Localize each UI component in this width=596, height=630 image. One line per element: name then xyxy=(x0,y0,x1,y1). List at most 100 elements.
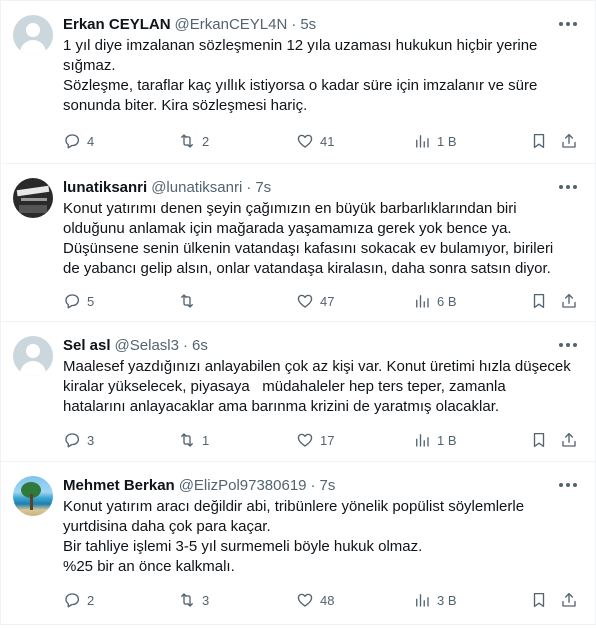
tweet-text-line: Konut yatırım aracı değildir abi, tribün… xyxy=(63,498,525,515)
tweet[interactable]: Erkan CEYLAN @ErkanCEYL4N · 5s 1 yıl diy… xyxy=(1,0,595,164)
avatar[interactable] xyxy=(13,476,53,516)
like-button[interactable]: 17 xyxy=(296,430,334,450)
share-button[interactable] xyxy=(560,590,578,610)
bookmark-button[interactable] xyxy=(530,430,548,450)
share-button[interactable] xyxy=(560,131,578,151)
author-name[interactable]: Erkan CEYLAN xyxy=(63,16,171,33)
timestamp[interactable]: 7s xyxy=(320,477,336,494)
tweet-header: Mehmet Berkan @ElizPol97380619 · 7s xyxy=(63,474,579,496)
author-handle[interactable]: @ElizPol97380619 xyxy=(179,477,307,494)
separator: · xyxy=(310,476,316,494)
bookmark-icon xyxy=(533,592,545,608)
separator: · xyxy=(246,178,252,196)
retweet-button[interactable]: 1 xyxy=(178,430,209,450)
share-button[interactable] xyxy=(560,291,578,311)
views-icon xyxy=(416,295,429,308)
retweet-button[interactable]: 2 xyxy=(178,131,209,151)
tweet-text: Maalesef yazdığınızı anlayabilen çok az … xyxy=(63,357,579,417)
action-bar: 3 1 17 1 B xyxy=(63,430,583,450)
retweet-button[interactable]: 3 xyxy=(178,590,209,610)
tweet-text: 1 yıl diye imzalanan sözleşmenin 12 yıla… xyxy=(63,36,579,116)
tweet-header: Sel asl @Selasl3 · 6s xyxy=(63,334,579,356)
avatar[interactable] xyxy=(13,15,53,55)
reply-button[interactable]: 4 xyxy=(63,131,94,151)
author-handle[interactable]: @ErkanCEYL4N xyxy=(175,16,288,33)
tweet-text-line: Bir tahliye işlemi 3-5 yıl surmemeli böy… xyxy=(63,538,423,555)
reply-button[interactable]: 5 xyxy=(63,291,94,311)
share-icon xyxy=(562,432,576,447)
timestamp[interactable]: 6s xyxy=(192,337,208,354)
views-button[interactable]: 1 B xyxy=(413,430,457,450)
tweet-text-line: sonunda biter. Kira sözleşmesi hariç. xyxy=(63,97,308,114)
views-icon xyxy=(416,594,429,607)
tweet[interactable]: lunatiksanri @lunatiksanri · 7s Konut ya… xyxy=(1,164,595,322)
views-icon xyxy=(416,135,429,148)
views-count: 1 B xyxy=(437,133,457,149)
tweet-text: Konut yatırım aracı değildir abi, tribün… xyxy=(63,497,579,577)
like-count: 47 xyxy=(320,293,335,309)
like-button[interactable]: 48 xyxy=(296,590,334,610)
reply-icon xyxy=(65,134,80,149)
reply-button[interactable]: 2 xyxy=(63,590,94,610)
bookmark-button[interactable] xyxy=(530,131,548,151)
author-handle[interactable]: @Selasl3 xyxy=(115,337,179,354)
like-icon xyxy=(297,433,313,447)
timestamp[interactable]: 7s xyxy=(255,179,271,196)
tweet[interactable]: Sel asl @Selasl3 · 6s Maalesef yazdığını… xyxy=(1,322,595,462)
bookmark-icon xyxy=(533,293,545,309)
like-button[interactable]: 41 xyxy=(296,131,334,151)
more-icon[interactable] xyxy=(559,184,577,190)
tweet-header: lunatiksanri @lunatiksanri · 7s xyxy=(63,176,579,198)
reply-button[interactable]: 3 xyxy=(63,430,94,450)
reply-icon xyxy=(65,294,80,309)
timeline: Erkan CEYLAN @ErkanCEYL4N · 5s 1 yıl diy… xyxy=(0,0,596,625)
bookmark-icon xyxy=(533,133,545,149)
action-bar: 5 47 6 B xyxy=(63,291,583,311)
action-bar: 4 2 41 1 B xyxy=(63,131,583,151)
bookmark-button[interactable] xyxy=(530,291,548,311)
reply-count: 5 xyxy=(87,293,95,309)
views-count: 6 B xyxy=(437,293,457,309)
tweet-text-line: Konut yatırımı denen şeyin çağımızın en … xyxy=(63,200,517,217)
reply-count: 2 xyxy=(87,592,95,608)
bookmark-button[interactable] xyxy=(530,590,548,610)
views-button[interactable]: 1 B xyxy=(413,131,457,151)
more-icon[interactable] xyxy=(559,21,577,27)
views-button[interactable]: 6 B xyxy=(413,291,457,311)
retweet-count: 1 xyxy=(202,432,210,448)
tweet-text-line: de yabancı gelip alsın, onlar vatandaşa … xyxy=(63,260,551,277)
separator: · xyxy=(291,15,297,33)
author-name[interactable]: Sel asl xyxy=(63,337,111,354)
tweet-text-line: %25 bir an önce kalkmalı. xyxy=(63,558,235,575)
retweet-icon xyxy=(181,294,193,308)
tweet-text-line: yurtdisina daha çok para kaçar. xyxy=(63,518,271,535)
like-button[interactable]: 47 xyxy=(296,291,334,311)
avatar[interactable] xyxy=(13,178,53,218)
more-icon[interactable] xyxy=(559,482,577,488)
retweet-icon xyxy=(181,593,193,607)
avatar[interactable] xyxy=(13,336,53,376)
tweet-text: Konut yatırımı denen şeyin çağımızın en … xyxy=(63,199,579,279)
tweet-header: Erkan CEYLAN @ErkanCEYL4N · 5s xyxy=(63,13,579,35)
tweet[interactable]: Mehmet Berkan @ElizPol97380619 · 7s Konu… xyxy=(1,462,595,625)
tweet-text-line: Maalesef yazdığınızı anlayabilen çok az … xyxy=(63,358,571,375)
like-count: 41 xyxy=(320,133,335,149)
like-icon xyxy=(297,134,313,148)
more-icon[interactable] xyxy=(559,342,577,348)
share-button[interactable] xyxy=(560,430,578,450)
bookmark-icon xyxy=(533,432,545,448)
retweet-count: 2 xyxy=(202,133,210,149)
author-name[interactable]: lunatiksanri xyxy=(63,179,147,196)
action-bar: 2 3 48 3 B xyxy=(63,590,583,610)
retweet-icon xyxy=(181,433,193,447)
tweet-text-line: sığmaz. xyxy=(63,57,116,74)
author-handle[interactable]: @lunatiksanri xyxy=(151,179,242,196)
reply-icon xyxy=(65,593,80,608)
tweet-text-line: 1 yıl diye imzalanan sözleşmenin 12 yıla… xyxy=(63,37,538,54)
reply-icon xyxy=(65,433,80,448)
views-button[interactable]: 3 B xyxy=(413,590,457,610)
timestamp[interactable]: 5s xyxy=(300,16,316,33)
retweet-button[interactable] xyxy=(178,291,202,311)
share-icon xyxy=(562,293,576,308)
author-name[interactable]: Mehmet Berkan xyxy=(63,477,175,494)
